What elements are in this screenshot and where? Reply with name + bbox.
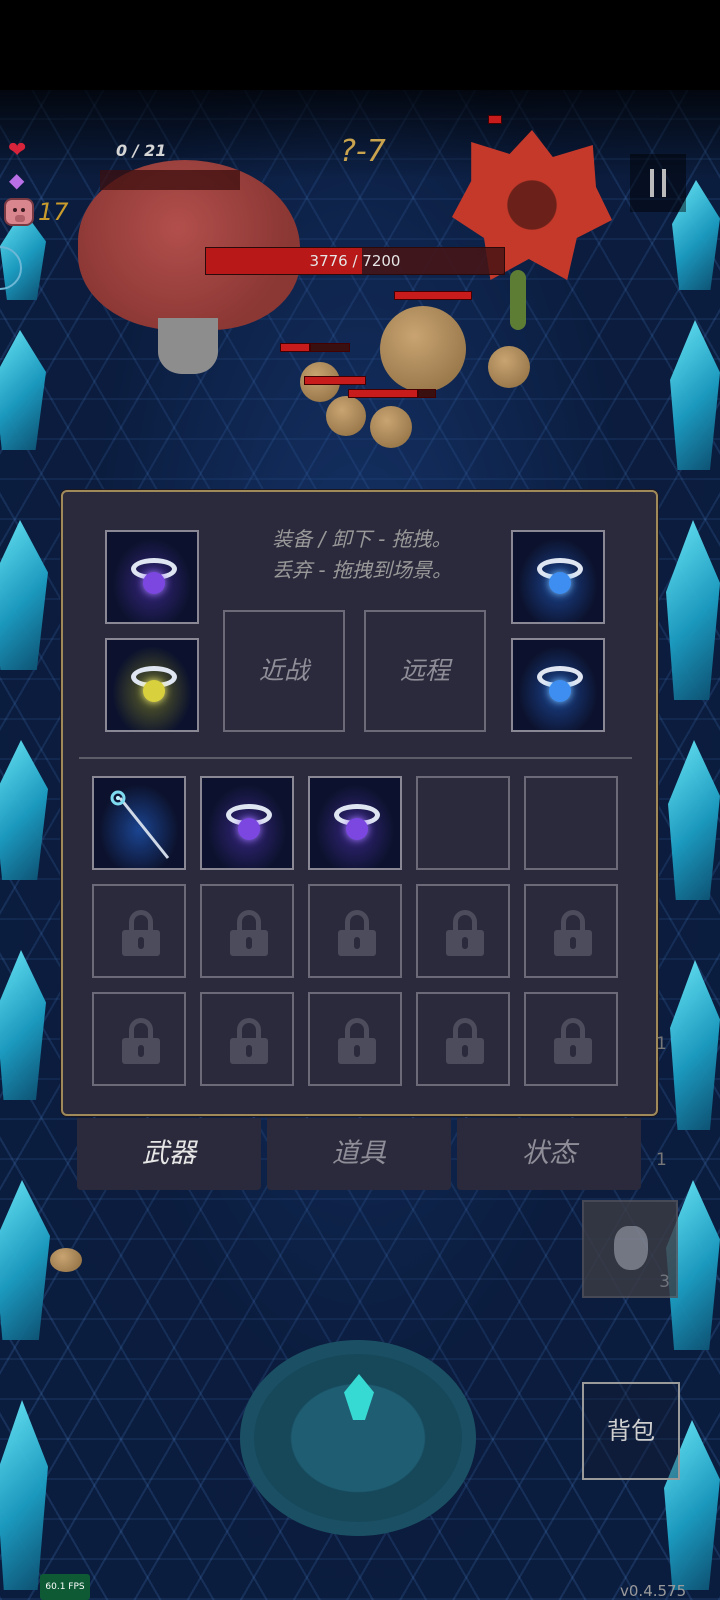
- ranged-weapon-slot[interactable]: 远程: [364, 610, 486, 732]
- purple-ring-icon: [226, 804, 272, 844]
- lock-icon: [230, 1018, 268, 1064]
- panel-divider: [79, 757, 632, 759]
- pause-button[interactable]: [630, 154, 686, 212]
- version-label: v0.4.575: [620, 1582, 687, 1600]
- locked-slot: [92, 884, 186, 978]
- lock-icon: [446, 910, 484, 956]
- tab-weapons[interactable]: 武器: [77, 1118, 261, 1190]
- locked-slot: [416, 884, 510, 978]
- lock-icon: [338, 910, 376, 956]
- coin-count: 17: [38, 198, 69, 226]
- enemy-hp-bar: [280, 343, 310, 352]
- locked-slot: [200, 992, 294, 1086]
- player-hp-bar: [100, 170, 240, 190]
- inventory-slot-1[interactable]: [92, 776, 186, 870]
- hint-equip: 装备 / 卸下 - 拖拽。: [272, 527, 452, 551]
- level-indicator: ?-7: [340, 134, 386, 169]
- blue-ring-icon: [537, 558, 583, 598]
- enemy-hp-bar-bg: [310, 343, 350, 352]
- locked-slot: [524, 992, 618, 1086]
- backpack-label: 背包: [607, 1417, 655, 1445]
- tab-status-label: 状态: [522, 1138, 576, 1169]
- pig-coin-icon: [4, 198, 34, 226]
- inventory-slot-4[interactable]: [416, 776, 510, 870]
- lock-icon: [338, 1018, 376, 1064]
- melee-weapon-slot[interactable]: 近战: [223, 610, 345, 732]
- boss-hp-text: 3776 / 7200: [309, 252, 401, 270]
- potion-quick-slot[interactable]: 3: [582, 1200, 678, 1298]
- rock-minion-2: [326, 396, 366, 436]
- lock-icon: [230, 910, 268, 956]
- locked-slot: [524, 884, 618, 978]
- pause-bar-left: [650, 169, 654, 197]
- player-hp-text: 0 / 21: [116, 141, 167, 160]
- lock-icon: [122, 910, 160, 956]
- mushroom-stem: [158, 318, 218, 374]
- potion-icon: [614, 1226, 648, 1270]
- lock-icon: [554, 910, 592, 956]
- melee-label: 近战: [258, 656, 309, 685]
- pig-snout: [15, 215, 25, 222]
- locked-slot: [92, 992, 186, 1086]
- lock-icon: [554, 1018, 592, 1064]
- portal-ring[interactable]: [240, 1340, 476, 1536]
- hint-drop: 丢弃 - 拖拽到场景。: [272, 558, 452, 582]
- inventory-slot-5[interactable]: [524, 776, 618, 870]
- inventory-slot-2[interactable]: [200, 776, 294, 870]
- staff-icon: [110, 790, 170, 859]
- locked-slot: [200, 884, 294, 978]
- purple-ring-icon: [334, 804, 380, 844]
- locked-slot: [308, 992, 402, 1086]
- enemy-hp-bar: [304, 376, 366, 385]
- enemy-hp-bar: [348, 389, 418, 398]
- rock-minion-3: [370, 406, 412, 448]
- equip-slot-ring-1[interactable]: [105, 530, 199, 624]
- fps-counter: 60.1 FPS: [40, 1574, 90, 1600]
- pause-bar-right: [662, 169, 666, 197]
- boss-hp-bar: 3776 / 7200: [205, 247, 505, 275]
- yellow-ring-icon: [131, 666, 177, 706]
- tab-items[interactable]: 道具: [267, 1118, 451, 1190]
- purple-ring-icon: [131, 558, 177, 598]
- rock-golem-body: [380, 306, 466, 392]
- tab-items-label: 道具: [332, 1138, 386, 1169]
- mana-gem-icon: ◆: [9, 168, 25, 192]
- lock-icon: [122, 1018, 160, 1064]
- blue-ring-icon: [537, 666, 583, 706]
- tab-status[interactable]: 状态: [457, 1118, 641, 1190]
- inventory-slot-3[interactable]: [308, 776, 402, 870]
- flower-boss-stem: [510, 270, 526, 330]
- flower-enemy-hp-bar: [488, 115, 502, 124]
- quick-item-count: 1: [656, 1034, 667, 1054]
- heart-icon: ❤: [8, 138, 27, 163]
- locked-slot: [308, 884, 402, 978]
- equip-slot-ring-3[interactable]: [105, 638, 199, 732]
- inventory-hint: 装备 / 卸下 - 拖拽。 丢弃 - 拖拽到场景。: [251, 524, 473, 586]
- quick-item-count: 1: [656, 1150, 667, 1170]
- enemy-hp-bar-bg: [418, 389, 436, 398]
- enemy-hp-bar: [394, 291, 472, 300]
- rock-minion-4: [488, 346, 530, 388]
- lock-icon: [446, 1018, 484, 1064]
- equip-slot-ring-2[interactable]: [511, 530, 605, 624]
- backpack-button[interactable]: 背包: [582, 1382, 680, 1480]
- ranged-label: 远程: [399, 656, 450, 685]
- pebble: [50, 1248, 82, 1272]
- locked-slot: [416, 992, 510, 1086]
- equip-slot-ring-4[interactable]: [511, 638, 605, 732]
- potion-count: 3: [659, 1272, 670, 1292]
- tab-weapons-label: 武器: [142, 1138, 196, 1169]
- inventory-panel: 装备 / 卸下 - 拖拽。 丢弃 - 拖拽到场景。 近战 远程: [61, 490, 658, 1116]
